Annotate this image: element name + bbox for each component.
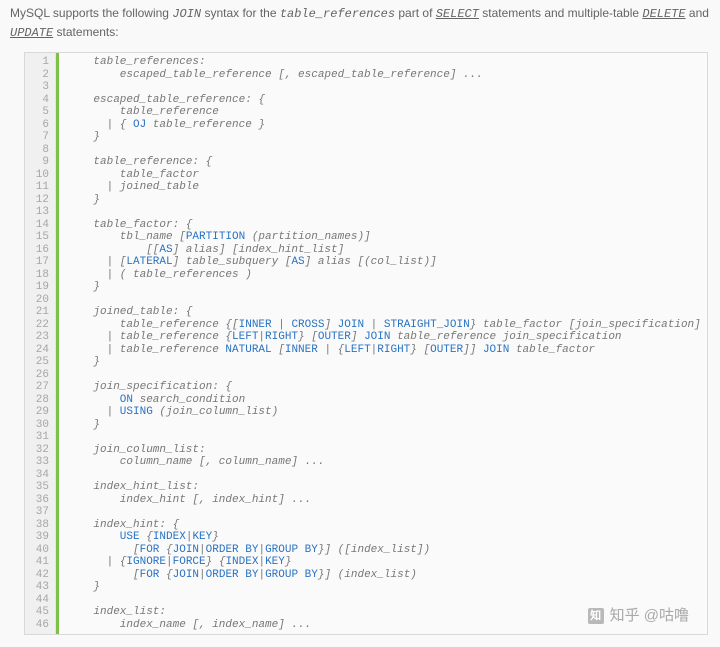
- intro-text: MySQL supports the following JOIN syntax…: [0, 0, 720, 48]
- line-number-gutter: 1234567891011121314151617181920212223242…: [25, 53, 56, 634]
- code-block: 1234567891011121314151617181920212223242…: [24, 52, 708, 635]
- code-content: table_references: escaped_table_referenc…: [59, 53, 707, 634]
